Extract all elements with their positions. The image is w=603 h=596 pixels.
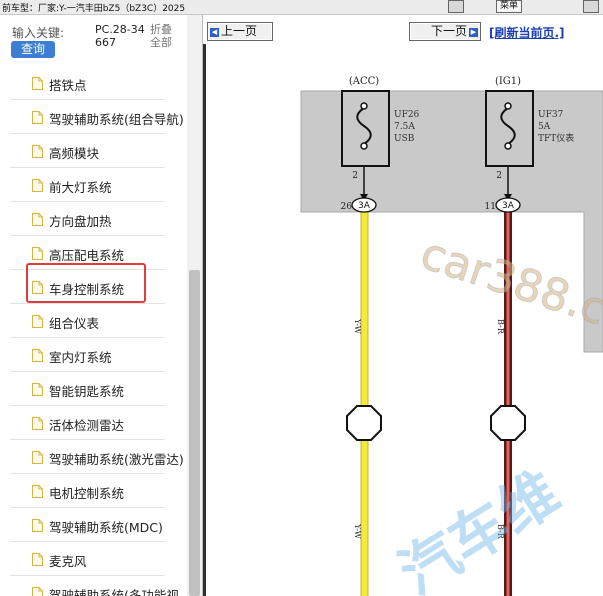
tree-item-label: 智能钥匙系统 [49, 384, 125, 399]
tree-item-label: 高压配电系统 [49, 248, 125, 263]
tree-item-label: 驾驶辅助系统(组合导航) [49, 112, 184, 127]
fuse2-source: (IG1) [495, 76, 521, 87]
tree-item[interactable]: 活体检测雷达 [0, 406, 187, 440]
tree-item-label: 前大灯系统 [49, 180, 112, 195]
wire1-label-upper: Y-W [353, 318, 362, 335]
document-icon [32, 145, 43, 158]
document-icon [32, 247, 43, 260]
tree-item-label: 驾驶辅助系统(多功能视 [49, 588, 179, 596]
tree-item[interactable]: 电机控制系统 [0, 474, 187, 508]
page-nav-bar: ◀ 上一页 下一页 ▶ [刷新当前页.] [203, 15, 603, 43]
fuse2-conn-pin: 11 [485, 202, 496, 212]
tree-item-label: 高频模块 [49, 146, 100, 161]
fold-all-button[interactable]: 折叠全部 [150, 23, 178, 49]
menu-button[interactable]: 菜单 [496, 0, 523, 13]
arrow-right-icon: ▶ [469, 28, 478, 37]
tree-item-label: 搭铁点 [49, 78, 87, 93]
connector2-label: 3A [502, 201, 515, 211]
tree-item[interactable]: 驾驶辅助系统(组合导航) [0, 100, 187, 134]
tree-item-label: 活体检测雷达 [49, 418, 125, 433]
fuse1-name: UF26 [394, 110, 420, 120]
car-model-title: 前车型：厂家:Y-一汽丰田bZ5（bZ3C）2025 [2, 4, 186, 14]
tree-item-label: 方向盘加热 [49, 214, 112, 229]
fuse1-terminal-top [360, 102, 368, 110]
document-icon [32, 451, 43, 464]
tree-item[interactable]: 驾驶辅助系统(激光雷达) [0, 440, 187, 474]
document-icon [32, 587, 43, 596]
tree-item-label: 车身控制系统 [49, 282, 125, 297]
document-icon [32, 485, 43, 498]
document-icon [32, 77, 43, 90]
left-pane: 输入关键: 查询 PC.28-34667 折叠全部 搭铁点驾驶辅助系统(组合导航… [0, 15, 203, 596]
document-icon [32, 417, 43, 430]
tree-item[interactable]: 高频模块 [0, 134, 187, 168]
search-area: 输入关键: 查询 PC.28-34667 折叠全部 [0, 15, 187, 63]
next-page-label: 下一页 [430, 24, 467, 38]
keyword-label: 输入关键: [12, 26, 65, 40]
right-pane: ◀ 上一页 下一页 ▶ [刷新当前页.] (ACC) UF26 7.5A USB 2… [203, 15, 603, 596]
next-page-button[interactable]: 下一页 ▶ [409, 22, 481, 41]
toolbar-icon-button[interactable] [448, 0, 464, 13]
tree-item-label: 驾驶辅助系统(激光雷达) [49, 452, 184, 467]
refresh-page-link[interactable]: [刷新当前页.] [489, 24, 565, 41]
splice-octagon-1[interactable] [346, 405, 382, 441]
watermark-text-2: 汽车维 [387, 458, 571, 596]
prev-page-button[interactable]: ◀ 上一页 [207, 22, 273, 41]
tree-item[interactable]: 驾驶辅助系统(MDC) [0, 508, 187, 542]
tree-item[interactable]: 智能钥匙系统 [0, 372, 187, 406]
wiring-diagram[interactable]: (ACC) UF26 7.5A USB 2 26 (IG1) UF37 5A T… [206, 44, 603, 596]
tree-item[interactable]: 麦克风 [0, 542, 187, 576]
toolbar-icon-button-2[interactable] [583, 0, 599, 13]
document-icon [32, 349, 43, 362]
document-icon [32, 179, 43, 192]
tree-item[interactable]: 车身控制系统 [0, 263, 187, 304]
document-icon [32, 281, 43, 294]
tree-item[interactable]: 前大灯系统 [0, 168, 187, 202]
arrow-left-icon: ◀ [210, 28, 219, 37]
wire1-label-lower: Y-W [353, 523, 362, 540]
tree-item[interactable]: 组合仪表 [0, 304, 187, 338]
fuse1-pin: 2 [352, 171, 358, 181]
left-scrollbar[interactable] [187, 15, 202, 596]
connector1-label: 3A [358, 201, 371, 211]
fuse2-terminal-top [504, 102, 512, 110]
left-scrollbar-thumb[interactable] [189, 270, 200, 596]
tree-item-label: 电机控制系统 [49, 486, 125, 501]
pc-code: PC.28-34667 [95, 23, 145, 49]
tree-item-label: 驾驶辅助系统(MDC) [49, 520, 163, 535]
document-icon [32, 315, 43, 328]
splice-octagon-2[interactable] [490, 405, 526, 441]
document-icon [32, 213, 43, 226]
fuse2-name: UF37 [538, 110, 564, 120]
document-icon [32, 383, 43, 396]
fuse1-desc: USB [394, 134, 415, 144]
fuse1-conn-pin: 26 [341, 202, 353, 212]
wire2-label-upper: B-R [496, 319, 505, 335]
fuse1-terminal-bottom [360, 142, 368, 150]
tree-item[interactable]: 驾驶辅助系统(多功能视 [0, 576, 187, 596]
fuse2-terminal-bottom [504, 142, 512, 150]
system-tree-list: 搭铁点驾驶辅助系统(组合导航) 高频模块前大灯系统方向盘加热高压配电系统 车身控制系… [0, 66, 187, 596]
fuse1-source: (ACC) [349, 76, 379, 87]
fuse1-rating: 7.5A [394, 122, 415, 132]
top-bar: 前车型：厂家:Y-一汽丰田bZ5（bZ3C）2025 菜单 [0, 0, 603, 15]
tree-item-label: 麦克风 [49, 554, 87, 569]
document-icon [32, 111, 43, 124]
fuse2-rating: 5A [538, 122, 551, 132]
tree-item[interactable]: 室内灯系统 [0, 338, 187, 372]
tree-item-label: 组合仪表 [49, 316, 100, 331]
prev-page-label: 上一页 [221, 24, 258, 38]
query-button[interactable]: 查询 [11, 41, 55, 58]
tree-item[interactable]: 方向盘加热 [0, 202, 187, 236]
document-icon [32, 553, 43, 566]
document-icon [32, 519, 43, 532]
fuse2-pin: 2 [496, 171, 502, 181]
tree-item-label: 室内灯系统 [49, 350, 112, 365]
diagram-frame: (ACC) UF26 7.5A USB 2 26 (IG1) UF37 5A T… [203, 44, 603, 596]
fuse2-desc: TFT仪表 [538, 132, 574, 144]
tree-item[interactable]: 搭铁点 [0, 66, 187, 100]
